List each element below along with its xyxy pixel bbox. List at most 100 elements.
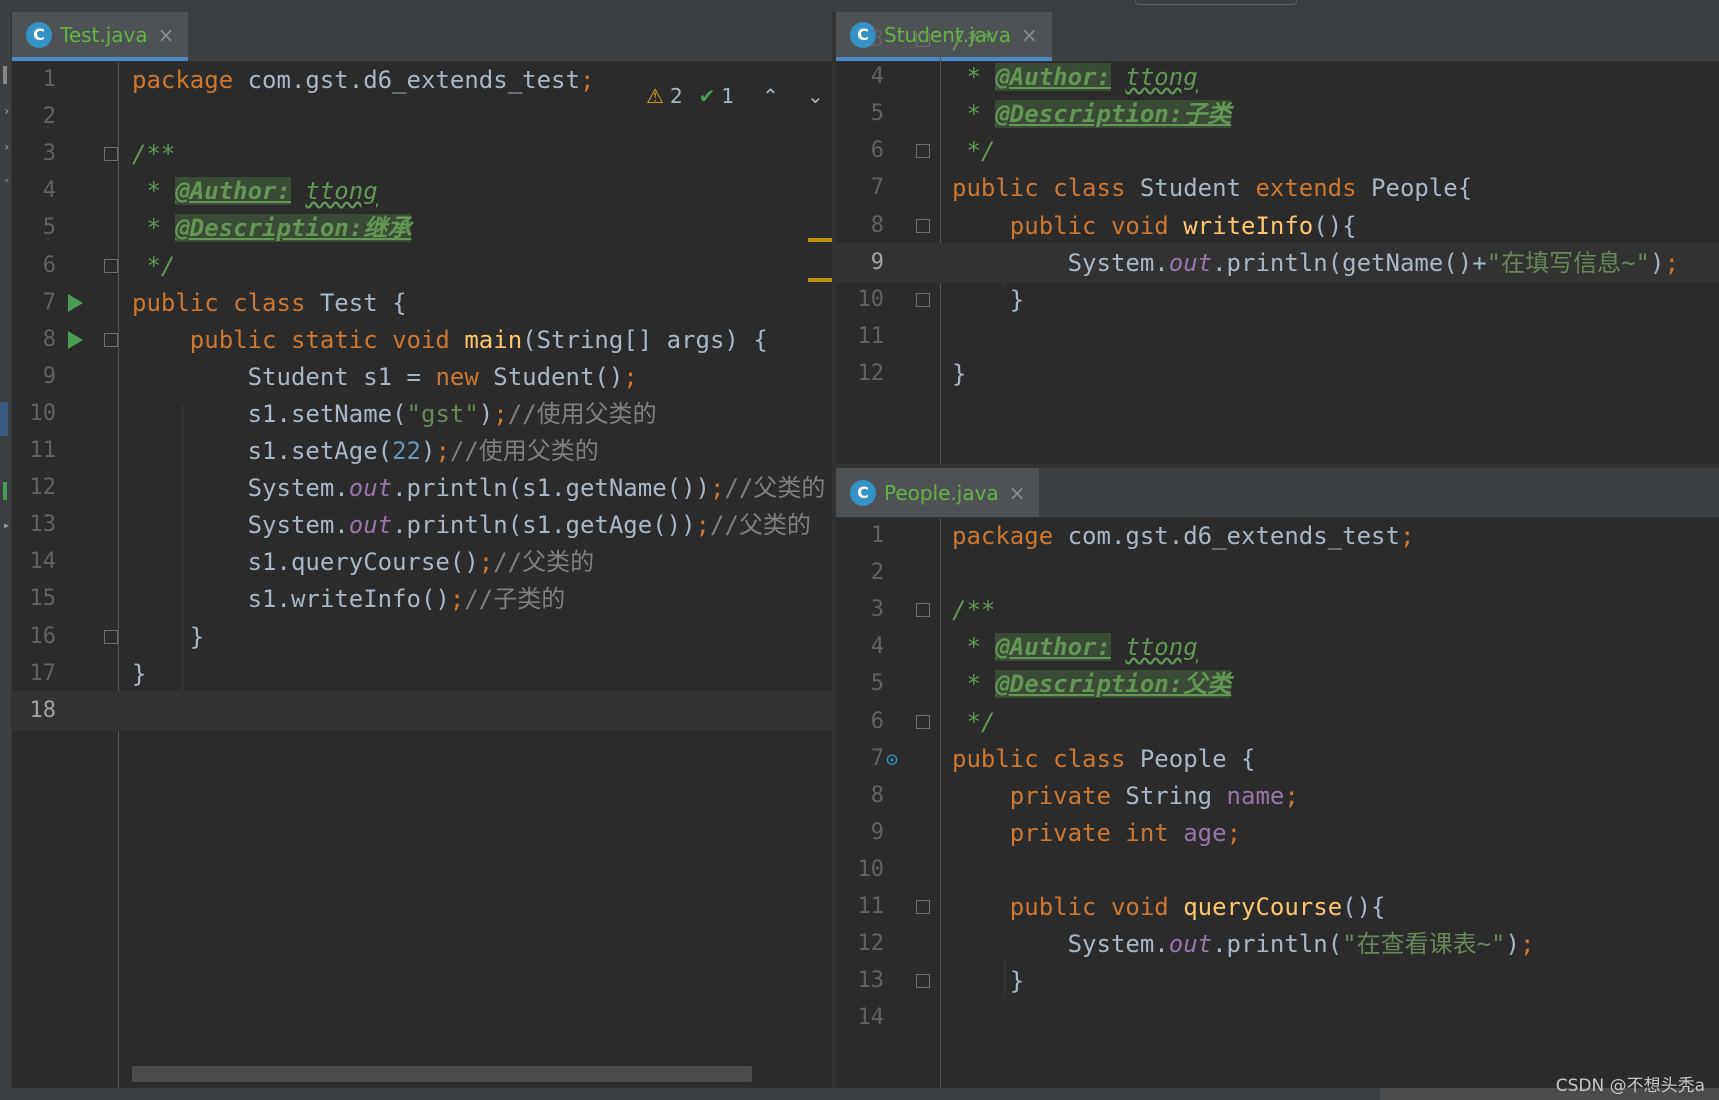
line-number[interactable]: 2 bbox=[836, 553, 884, 593]
line-number[interactable]: 6 bbox=[836, 131, 884, 171]
code-line[interactable]: 7 public class People {⊙ bbox=[836, 739, 1719, 779]
line-number[interactable]: 8 bbox=[836, 776, 884, 816]
code-line[interactable]: 4 * @Author: ttong bbox=[12, 171, 832, 211]
line-number[interactable]: 4 bbox=[836, 57, 884, 97]
error-stripe-mark[interactable] bbox=[808, 238, 832, 242]
line-number[interactable]: 12 bbox=[836, 354, 885, 394]
code-line[interactable]: 6 */ bbox=[836, 702, 1719, 742]
line-number[interactable]: 3 bbox=[836, 590, 884, 630]
code-line[interactable]: 16 } bbox=[12, 617, 832, 657]
code-text[interactable]: * @Author: ttong bbox=[952, 627, 1198, 667]
code-text[interactable]: public class Student extends People{ bbox=[952, 168, 1472, 208]
line-number[interactable]: 3 bbox=[12, 134, 56, 174]
line-number[interactable]: 6 bbox=[836, 702, 884, 742]
code-text[interactable]: * @Author: ttong bbox=[132, 171, 378, 211]
code-line[interactable]: 13 } bbox=[836, 961, 1719, 1001]
inspection-widget[interactable]: ⚠ 2 ✔ 1 ⌃ ⌄ bbox=[646, 84, 824, 108]
code-line[interactable]: 9 System.out.println(getName()+"在填写信息~")… bbox=[836, 242, 1719, 283]
code-text[interactable]: * @Description:子类 bbox=[952, 94, 1232, 134]
horizontal-scrollbar[interactable] bbox=[132, 1066, 752, 1082]
line-number[interactable]: 7 bbox=[836, 739, 884, 779]
code-line[interactable]: 11 public void queryCourse(){ bbox=[836, 887, 1719, 927]
code-line[interactable]: 11 s1.setAge(22);//使用父类的 bbox=[12, 431, 832, 471]
code-line[interactable]: 12 System.out.println("在查看课表~"); bbox=[836, 924, 1719, 964]
code-line[interactable]: 18 bbox=[12, 690, 832, 731]
line-number[interactable]: 13 bbox=[836, 961, 885, 1001]
previous-highlight-button[interactable]: ⌃ bbox=[762, 84, 779, 108]
line-number[interactable]: 16 bbox=[12, 617, 57, 657]
code-text[interactable]: package com.gst.d6_extends_test; bbox=[132, 60, 594, 100]
code-line[interactable]: 10 bbox=[836, 850, 1719, 890]
code-text[interactable]: } bbox=[952, 280, 1024, 320]
code-text[interactable]: public void queryCourse(){ bbox=[952, 887, 1386, 927]
code-text[interactable]: * @Description:父类 bbox=[952, 664, 1232, 704]
error-stripe-mark[interactable] bbox=[808, 278, 832, 282]
code-text[interactable]: public static void main(String[] args) { bbox=[132, 320, 768, 360]
line-number[interactable]: 12 bbox=[12, 468, 57, 508]
line-number[interactable]: 1 bbox=[12, 60, 56, 100]
fold-icon[interactable] bbox=[104, 332, 118, 347]
next-highlight-button[interactable]: ⌄ bbox=[807, 84, 824, 108]
code-text[interactable]: /** bbox=[132, 134, 175, 174]
line-number[interactable]: 8 bbox=[836, 206, 884, 246]
code-text[interactable]: private int age; bbox=[952, 813, 1241, 853]
line-number[interactable]: 11 bbox=[836, 887, 885, 927]
fold-icon[interactable] bbox=[916, 900, 930, 914]
code-line[interactable]: 12 System.out.println(s1.getName());//父类… bbox=[12, 468, 832, 508]
code-line[interactable]: 3 /** bbox=[836, 590, 1719, 630]
line-number[interactable]: 15 bbox=[12, 579, 57, 619]
fold-icon[interactable] bbox=[916, 218, 930, 233]
code-line[interactable]: 11 bbox=[836, 317, 1719, 357]
code-text[interactable]: package com.gst.d6_extends_test; bbox=[952, 516, 1414, 556]
code-line[interactable]: 4 * @Author: ttong bbox=[836, 627, 1719, 667]
chevron-down-icon[interactable]: ˇ bbox=[3, 178, 10, 192]
code-line[interactable]: 17} bbox=[12, 654, 832, 694]
code-text[interactable]: * @Author: ttong bbox=[952, 57, 1198, 97]
code-line[interactable]: 13 System.out.println(s1.getAge());//父类的 bbox=[12, 505, 832, 545]
code-text[interactable]: System.out.println("在查看课表~"); bbox=[952, 924, 1535, 964]
fold-icon[interactable] bbox=[916, 292, 930, 307]
line-number[interactable]: 1 bbox=[836, 516, 884, 556]
code-editor[interactable]: 1 package com.gst.d6_extends_test; 2 3/** 4 … bbox=[12, 62, 832, 1088]
run-icon[interactable] bbox=[68, 293, 83, 312]
line-number[interactable]: 4 bbox=[12, 171, 56, 211]
code-line[interactable]: 3 /** bbox=[12, 134, 832, 174]
code-text[interactable]: /** bbox=[952, 590, 995, 630]
code-line[interactable]: 5 * @Description:父类 bbox=[836, 664, 1719, 704]
chevron-right-icon[interactable]: › bbox=[3, 140, 10, 154]
line-number[interactable]: 9 bbox=[836, 243, 884, 283]
code-line[interactable]: 3 /** bbox=[836, 20, 1719, 60]
line-number[interactable]: 14 bbox=[836, 998, 885, 1038]
code-text[interactable]: public class People { bbox=[952, 739, 1255, 779]
line-number[interactable]: 9 bbox=[836, 813, 884, 853]
code-line[interactable]: 2 bbox=[836, 553, 1719, 593]
close-icon[interactable]: × bbox=[158, 23, 175, 47]
line-number[interactable]: 10 bbox=[836, 280, 885, 320]
code-line[interactable]: 12} bbox=[836, 354, 1719, 394]
code-text[interactable]: public class Test { bbox=[132, 283, 407, 323]
line-number[interactable]: 8 bbox=[12, 320, 56, 360]
toolbar-button[interactable] bbox=[1135, 0, 1297, 5]
code-text[interactable]: s1.writeInfo();//子类的 bbox=[132, 579, 566, 619]
fold-icon[interactable] bbox=[916, 144, 930, 159]
line-number[interactable]: 7 bbox=[836, 168, 884, 208]
code-line[interactable]: 7 public class Test { bbox=[12, 283, 832, 323]
code-text[interactable]: */ bbox=[952, 131, 995, 171]
line-number[interactable]: 18 bbox=[12, 691, 57, 731]
line-number[interactable]: 3 bbox=[836, 20, 884, 60]
code-line[interactable]: 10 s1.setName("gst");//使用父类的 bbox=[12, 394, 832, 434]
code-text[interactable]: } bbox=[132, 654, 146, 694]
line-number[interactable]: 5 bbox=[836, 664, 884, 704]
code-text[interactable]: */ bbox=[952, 702, 995, 742]
code-text[interactable]: */ bbox=[132, 246, 175, 286]
code-line[interactable]: 8 public void writeInfo(){ bbox=[836, 206, 1719, 246]
code-text[interactable]: } bbox=[952, 354, 966, 394]
code-line[interactable]: 15 s1.writeInfo();//子类的 bbox=[12, 579, 832, 619]
code-text[interactable]: } bbox=[132, 617, 204, 657]
tab-test-java[interactable]: C Test.java × bbox=[12, 12, 189, 61]
code-line[interactable]: 10 } bbox=[836, 280, 1719, 320]
code-text[interactable]: s1.queryCourse();//父类的 bbox=[132, 542, 595, 582]
fold-icon[interactable] bbox=[104, 147, 118, 162]
close-icon[interactable]: × bbox=[1009, 481, 1026, 505]
fold-icon[interactable] bbox=[916, 603, 930, 618]
